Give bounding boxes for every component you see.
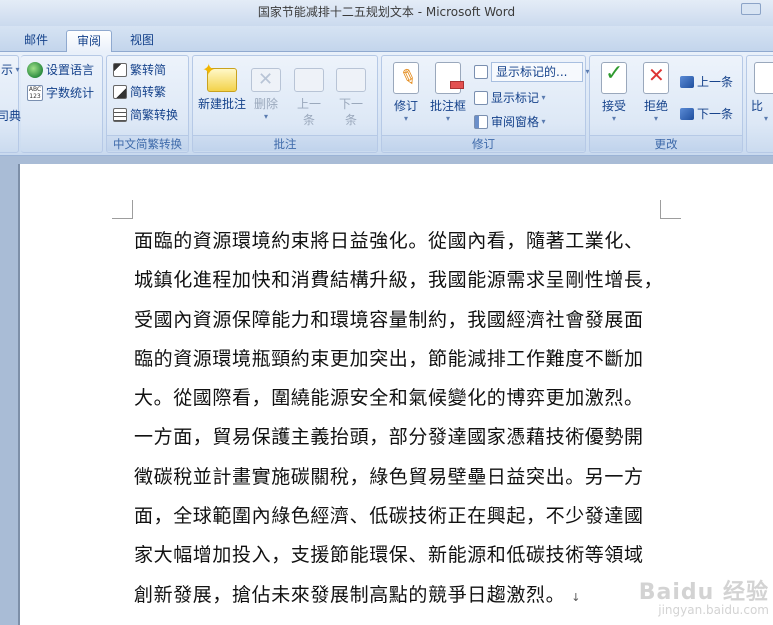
traditional-to-simplified-button[interactable]: 繁转简	[113, 60, 166, 80]
simplified-to-traditional-button[interactable]: 简转繁	[113, 82, 166, 102]
display-for-review-dropdown[interactable]: 显示标记的... ▾	[474, 62, 590, 82]
reject-button[interactable]: ✕ 拒绝 ▾	[636, 62, 676, 123]
accept-button[interactable]: ✓ 接受 ▾	[594, 61, 634, 123]
balloons-button[interactable]: 批注框 ▾	[426, 62, 470, 123]
group-changes: ✓ 接受 ▾ ✕ 拒绝 ▾ 上一条 下一条 更改	[589, 55, 743, 153]
partial-left-item-2[interactable]: 司典	[0, 106, 21, 126]
next-comment-button[interactable]: 下一条	[331, 62, 371, 128]
chevron-down-icon: ▾	[403, 114, 408, 123]
group-label-changes: 更改	[590, 135, 742, 151]
text-line-last: 創新發展，搶佔未來發展制高點的競爭日趨激烈。 ↓	[134, 583, 582, 606]
group-tracking: ✎ 修订 ▾ 批注框 ▾ 显示标记的... ▾ 显示标记 ▾ 审阅窗格 ▾ 修订	[381, 55, 590, 153]
chevron-down-icon: ▾	[653, 114, 658, 123]
simp-trad-icon	[113, 85, 127, 99]
trad-simp-icon	[113, 63, 127, 77]
crop-mark-top-right	[660, 200, 681, 219]
chevron-down-icon: ▾	[763, 114, 768, 123]
chevron-down-icon: ▾	[263, 112, 268, 121]
ribbon-tab-row: 邮件 审阅 视图	[0, 26, 773, 52]
word-count-button[interactable]: ABC 123 字数统计	[27, 83, 94, 103]
text-line: 城鎮化進程加快和消費結構升級，我國能源需求呈剛性增長，	[134, 269, 664, 292]
group-compare-partial: 比 ▾	[746, 55, 773, 153]
text-line: 面臨的資源環境約束將日益強化。從國內看，隨著工業化、	[134, 230, 644, 252]
chevron-down-icon: ▾	[611, 114, 616, 123]
reviewing-pane-button[interactable]: 审阅窗格 ▾	[474, 112, 546, 132]
chevron-down-icon: ▾	[539, 93, 546, 102]
chevron-down-icon: ▾	[539, 117, 546, 126]
text-line: 受國內資源保障能力和環境容量制約，我國經濟社會發展面	[134, 308, 644, 331]
delete-comment-icon: ✕	[251, 68, 281, 92]
tab-mailings[interactable]: 邮件	[18, 30, 54, 52]
convert-button[interactable]: 简繁转换	[113, 105, 178, 125]
reviewing-pane-icon	[474, 115, 488, 129]
document-text[interactable]: 面臨的資源環境約束將日益強化。從國內看，隨著工業化、 城鎮化進程加快和消費結構升…	[134, 222, 679, 615]
group-partial-left: 示 ▾ 司典	[0, 55, 21, 153]
watermark-url: jingyan.baidu.com	[658, 603, 769, 617]
globe-icon	[27, 62, 43, 78]
check-doc-icon: ✓	[601, 61, 627, 94]
delete-comment-button[interactable]: ✕ 删除 ▾	[249, 62, 283, 121]
text-line: 一方面，貿易保護主義抬頭，部分發達國家憑藉技術優勢開	[134, 426, 644, 449]
comment-star-icon: ✦	[202, 60, 237, 92]
group-proofing: 设置语言 ABC 123 字数统计	[21, 55, 103, 153]
tab-view[interactable]: 视图	[120, 30, 164, 52]
paragraph-mark-icon: ↓	[571, 590, 582, 604]
partial-left-item-1[interactable]: 示 ▾	[1, 60, 20, 80]
pencil-doc-icon: ✎	[393, 62, 420, 94]
next-comment-icon	[336, 68, 366, 92]
window-title: 国家节能减排十二五规划文本 - Microsoft Word	[257, 5, 516, 19]
show-markup-button[interactable]: 显示标记 ▾	[474, 88, 546, 108]
group-label-tracking: 修订	[382, 135, 585, 151]
compare-doc-icon	[754, 62, 773, 94]
tab-review[interactable]: 审阅	[66, 30, 112, 52]
text-line: 徵碳稅並計畫實施碳關稅，綠色貿易壁壘日益突出。另一方	[134, 465, 644, 488]
text-line: 面，全球範圍內綠色經濟、低碳技術正在興起，不少發達國	[134, 505, 644, 528]
watermark-title: Baidu 经验	[638, 580, 769, 605]
group-label-comments: 批注	[193, 135, 377, 151]
show-markup-icon	[474, 91, 488, 105]
display-review-icon	[474, 65, 488, 79]
convert-icon	[113, 108, 127, 122]
text-line: 大。從國際看，圍繞能源安全和氣候變化的博弈更加激烈。	[134, 387, 644, 410]
chevron-down-icon: ▾	[13, 65, 20, 74]
group-chinese-conversion: 繁转简 简转繁 简繁转换 中文简繁转换	[106, 55, 189, 153]
group-label-chinese-conversion: 中文简繁转换	[107, 135, 188, 151]
ribbon: 示 ▾ 司典 设置语言 ABC 123 字数统计 繁转简 简转繁 简繁转换 中文简…	[0, 52, 773, 156]
text-line: 臨的資源環境瓶頸約束更加突出，節能減排工作難度不斷加	[134, 347, 644, 370]
watermark: Baidu 经验 jingyan.baidu.com	[639, 574, 769, 617]
minimize-button[interactable]	[741, 3, 761, 15]
next-change-icon	[680, 108, 694, 120]
previous-change-button[interactable]: 上一条	[680, 72, 733, 92]
new-comment-button[interactable]: ✦ 新建批注	[197, 60, 247, 112]
previous-comment-icon	[294, 68, 324, 92]
cross-doc-icon: ✕	[643, 62, 669, 94]
previous-change-icon	[680, 76, 694, 88]
title-bar: 国家节能减排十二五规划文本 - Microsoft Word	[0, 0, 773, 26]
track-changes-button[interactable]: ✎ 修订 ▾	[386, 62, 426, 123]
balloon-doc-icon	[435, 62, 464, 94]
crop-mark-top-left	[112, 200, 133, 219]
chevron-down-icon: ▾	[445, 114, 450, 123]
previous-comment-button[interactable]: 上一条	[289, 62, 329, 128]
abc-123-icon: ABC 123	[27, 85, 43, 101]
group-comments: ✦ 新建批注 ✕ 删除 ▾ 上一条 下一条 批注	[192, 55, 378, 153]
set-language-button[interactable]: 设置语言	[27, 60, 94, 80]
compare-button[interactable]: 比 ▾	[751, 62, 773, 123]
text-line: 家大幅增加投入，支援節能環保、新能源和低碳技術等領域	[134, 544, 644, 567]
next-change-button[interactable]: 下一条	[680, 104, 733, 124]
